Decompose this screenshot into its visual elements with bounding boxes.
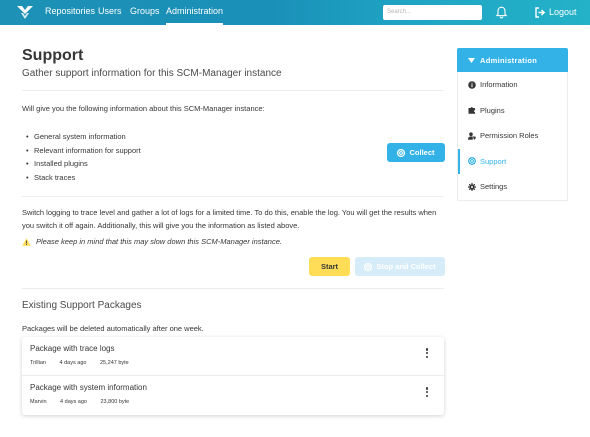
caret-down-icon bbox=[468, 57, 475, 63]
list-item: General system information bbox=[26, 130, 141, 144]
intro-text: Will give you the following information … bbox=[22, 104, 265, 113]
logout-label: Logout bbox=[549, 7, 577, 17]
sidebar-item-plugins[interactable]: Plugins bbox=[458, 98, 567, 124]
life-ring-icon bbox=[397, 148, 406, 157]
sidebar-item-information[interactable]: Information bbox=[458, 72, 567, 98]
list-item[interactable]: Package with system information Marvin 4… bbox=[22, 376, 444, 415]
slowdown-warning: Please keep in mind that this may slow d… bbox=[22, 237, 282, 246]
divider bbox=[22, 288, 444, 289]
trace-logging-text: Switch logging to trace level and gather… bbox=[22, 208, 437, 230]
warning-triangle-icon bbox=[22, 237, 31, 246]
top-navigation-bar: Repositories Users Groups Administration… bbox=[0, 0, 590, 25]
warning-text: Please keep in mind that this may slow d… bbox=[36, 237, 282, 246]
section-title: Existing Support Packages bbox=[22, 300, 142, 311]
stop-and-collect-button[interactable]: Stop and Collect bbox=[355, 257, 445, 276]
package-meta: Marvin 4 days ago 23,800 byte bbox=[30, 399, 141, 405]
sidebar-menu: Information Plugins Permission Roles Sup… bbox=[457, 72, 568, 201]
nav-repositories[interactable]: Repositories bbox=[45, 0, 95, 25]
ellipsis-vertical-icon[interactable] bbox=[424, 387, 430, 399]
sign-out-icon bbox=[535, 7, 546, 18]
list-item: Installed plugins bbox=[26, 157, 141, 171]
page-subtitle: Gather support information for this SCM-… bbox=[22, 68, 282, 79]
package-size: 23,800 byte bbox=[100, 399, 130, 405]
divider bbox=[22, 196, 444, 197]
sidebar-item-permission-roles[interactable]: Permission Roles bbox=[458, 123, 567, 149]
info-circle-icon bbox=[468, 80, 476, 89]
collect-button[interactable]: Collect bbox=[387, 143, 445, 162]
package-user: Trillian bbox=[30, 360, 46, 366]
sidebar-header-label: Administration bbox=[480, 55, 538, 65]
package-user: Marvin bbox=[30, 399, 47, 405]
package-age: 4 days ago bbox=[59, 360, 87, 366]
search-input[interactable]: Search... bbox=[383, 5, 482, 20]
sidebar-item-label: Settings bbox=[480, 182, 508, 192]
nav-groups[interactable]: Groups bbox=[130, 0, 160, 25]
sidebar-item-label: Support bbox=[480, 156, 507, 166]
administration-sidebar: Administration Information Plugins Permi… bbox=[457, 48, 568, 201]
package-size: 25,247 byte bbox=[99, 360, 129, 366]
list-item: Relevant information for support bbox=[26, 144, 141, 158]
package-age: 4 days ago bbox=[60, 399, 87, 405]
ellipsis-vertical-icon[interactable] bbox=[424, 348, 430, 360]
sidebar-item-label: Permission Roles bbox=[480, 131, 539, 141]
package-title: Package with system information bbox=[30, 383, 147, 392]
nav-administration[interactable]: Administration bbox=[166, 0, 224, 25]
bell-icon[interactable] bbox=[495, 6, 508, 19]
logout-button[interactable]: Logout bbox=[535, 0, 577, 25]
stop-and-collect-label: Stop and Collect bbox=[376, 262, 436, 271]
life-ring-icon bbox=[364, 262, 373, 271]
page-title: Support bbox=[22, 47, 84, 64]
list-item: Stack traces bbox=[26, 171, 141, 185]
list-item[interactable]: Package with trace logs Trillian 4 days … bbox=[22, 337, 444, 376]
support-packages-list: Package with trace logs Trillian 4 days … bbox=[22, 337, 444, 415]
nav-users[interactable]: Users bbox=[98, 0, 122, 25]
puzzle-piece-icon bbox=[468, 107, 475, 115]
scm-manager-logo-icon[interactable] bbox=[16, 5, 34, 20]
info-list: General system information Relevant info… bbox=[26, 130, 141, 184]
user-shield-icon bbox=[468, 132, 476, 140]
delete-note: Packages will be deleted automatically a… bbox=[22, 324, 204, 333]
cog-icon bbox=[468, 182, 476, 191]
sidebar-item-label: Plugins bbox=[480, 105, 505, 115]
sidebar-header[interactable]: Administration bbox=[457, 48, 568, 72]
life-ring-icon bbox=[468, 157, 476, 166]
start-button[interactable]: Start bbox=[309, 257, 350, 276]
package-meta: Trillian 4 days ago 25,247 byte bbox=[30, 360, 141, 366]
sidebar-item-settings[interactable]: Settings bbox=[458, 174, 567, 200]
divider bbox=[22, 90, 444, 91]
sidebar-item-support[interactable]: Support bbox=[458, 148, 567, 174]
collect-label: Collect bbox=[409, 148, 435, 157]
start-label: Start bbox=[320, 262, 339, 271]
package-title: Package with trace logs bbox=[30, 344, 115, 353]
sidebar-item-label: Information bbox=[480, 80, 518, 90]
